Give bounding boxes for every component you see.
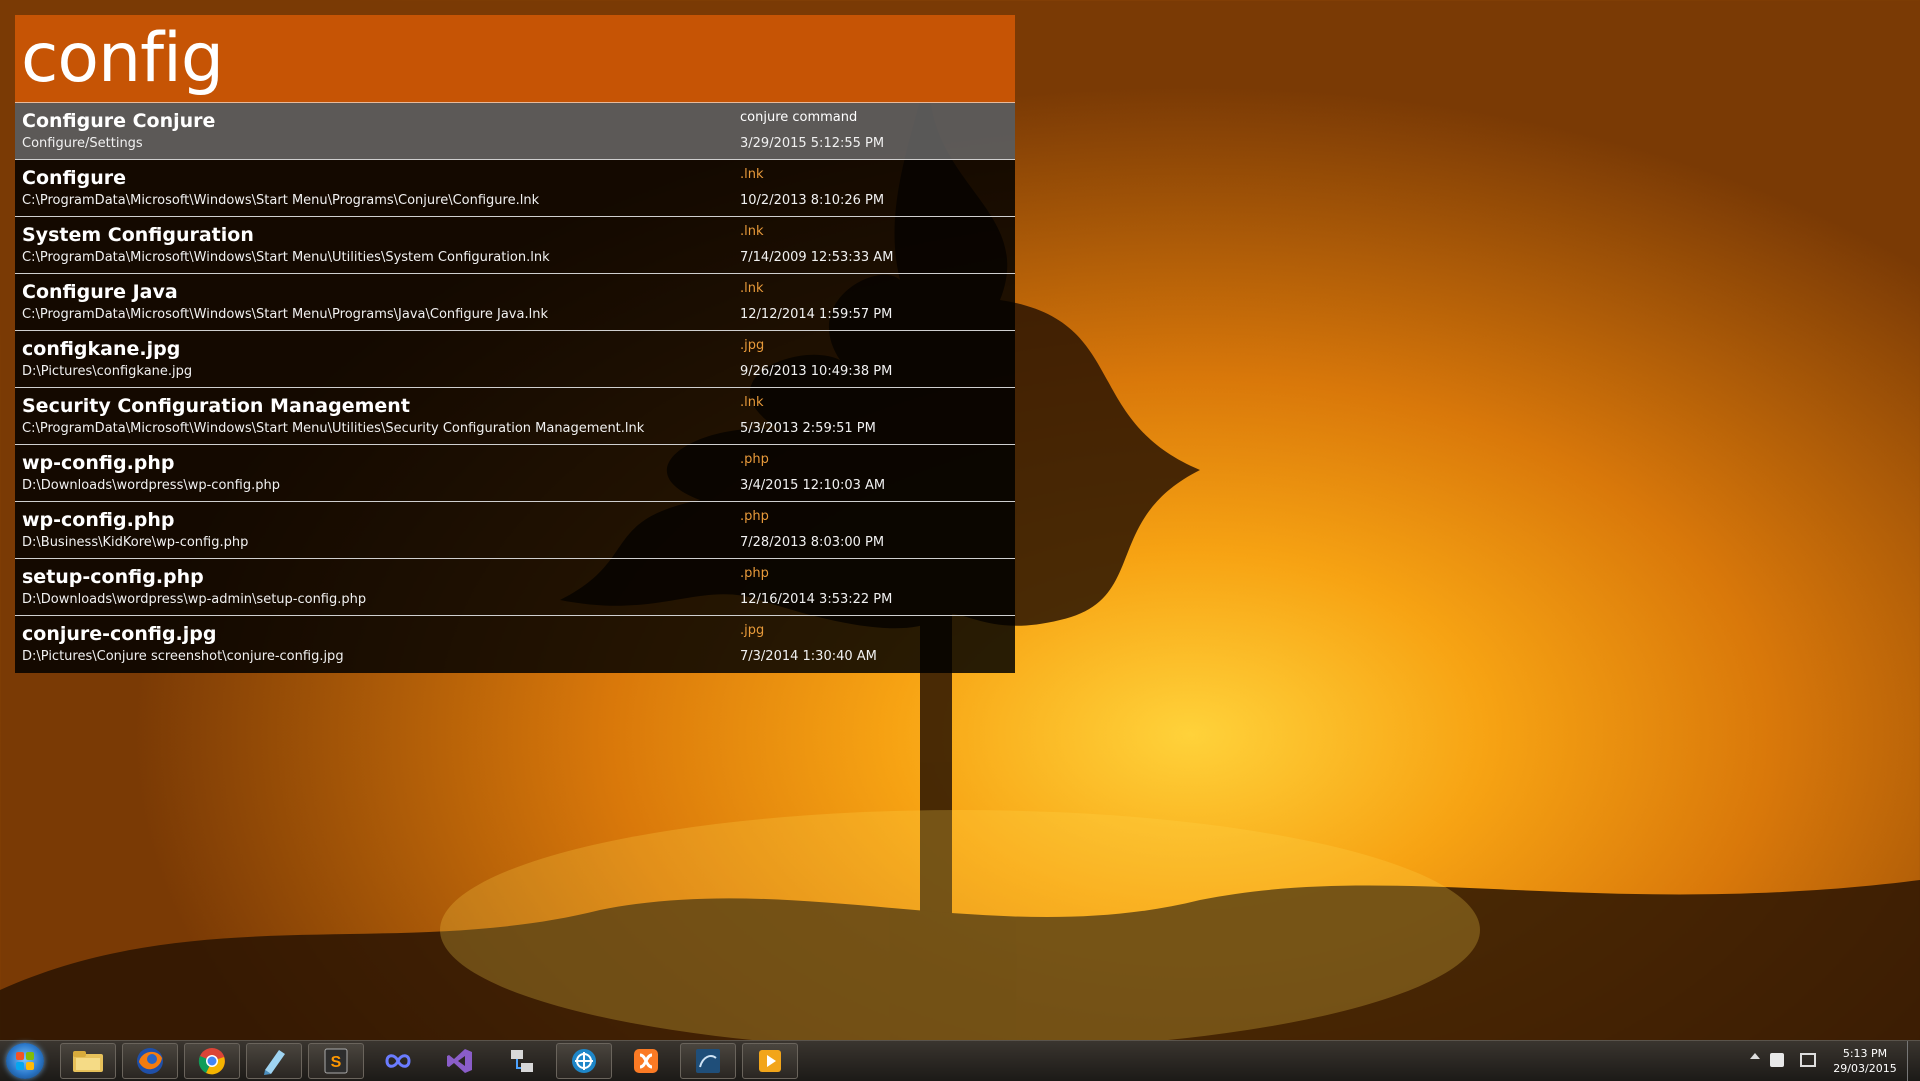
windows-start-icon[interactable] [6, 1043, 44, 1079]
chrome-icon[interactable] [184, 1043, 240, 1079]
result-title: Configure Java [22, 281, 178, 303]
result-row[interactable]: Configure Conjure Configure/Settings conju… [15, 103, 1015, 160]
search-query-text[interactable]: config [21, 19, 224, 98]
result-date: 3/4/2015 12:10:03 AM [740, 478, 886, 493]
result-title: Security Configuration Management [22, 395, 410, 417]
action-center-flag-icon[interactable] [1770, 1053, 1784, 1067]
result-row[interactable]: Configure Java C:\ProgramData\Microsoft\W… [15, 274, 1015, 331]
result-path: C:\ProgramData\Microsoft\Windows\Start M… [22, 193, 540, 208]
network-status-icon[interactable] [1800, 1053, 1816, 1067]
result-date: 5/3/2013 2:59:51 PM [740, 421, 876, 436]
result-row[interactable]: setup-config.php D:\Downloads\wordpress\w… [15, 559, 1015, 616]
network-tool-icon[interactable] [494, 1043, 550, 1079]
app-blue-icon[interactable] [556, 1043, 612, 1079]
result-path: Configure/Settings [22, 136, 143, 151]
result-title: configkane.jpg [22, 338, 181, 360]
result-row[interactable]: System Configuration C:\ProgramData\Micro… [15, 217, 1015, 274]
system-clock[interactable]: 5:13 PM 29/03/2015 [1820, 1046, 1910, 1076]
result-date: 12/16/2014 3:53:22 PM [740, 592, 893, 607]
result-date: 7/3/2014 1:30:40 AM [740, 649, 877, 664]
result-path: C:\ProgramData\Microsoft\Windows\Start M… [22, 421, 645, 436]
file-explorer-icon[interactable] [60, 1043, 116, 1079]
firefox-icon[interactable] [122, 1043, 178, 1079]
result-type: .php [740, 452, 769, 467]
result-row[interactable]: conjure-config.jpg D:\Pictures\Conjure sc… [15, 616, 1015, 673]
sublime-text-icon[interactable]: S [308, 1043, 364, 1079]
result-type: .lnk [740, 395, 764, 410]
result-title: Configure [22, 167, 126, 189]
result-row[interactable]: configkane.jpg D:\Pictures\configkane.jpg… [15, 331, 1015, 388]
result-date: 10/2/2013 8:10:26 PM [740, 193, 885, 208]
show-desktop-button[interactable] [1907, 1041, 1920, 1081]
result-path: D:\Downloads\wordpress\wp-admin\setup-co… [22, 592, 367, 607]
result-type: .lnk [740, 281, 764, 296]
taskbar: S 5:13 PM 29/03/2015 [0, 1040, 1920, 1081]
infinity-app-icon[interactable] [370, 1043, 426, 1079]
notepad-app-icon[interactable] [246, 1043, 302, 1079]
result-row[interactable]: Configure C:\ProgramData\Microsoft\Window… [15, 160, 1015, 217]
result-row[interactable]: wp-config.php D:\Downloads\wordpress\wp-c… [15, 445, 1015, 502]
result-title: wp-config.php [22, 509, 175, 531]
result-title: wp-config.php [22, 452, 175, 474]
result-path: C:\ProgramData\Microsoft\Windows\Start M… [22, 307, 548, 322]
launcher-window: config Configure Conjure Configure/Settin… [15, 15, 1015, 673]
result-type: .lnk [740, 167, 764, 182]
result-path: C:\ProgramData\Microsoft\Windows\Start M… [22, 250, 550, 265]
svg-text:S: S [331, 1054, 342, 1071]
result-date: 7/28/2013 8:03:00 PM [740, 535, 885, 550]
result-title: conjure-config.jpg [22, 623, 217, 645]
result-date: 12/12/2014 1:59:57 PM [740, 307, 893, 322]
result-type: conjure command [740, 110, 858, 125]
mysql-workbench-icon[interactable] [680, 1043, 736, 1079]
result-date: 9/26/2013 10:49:38 PM [740, 364, 893, 379]
result-title: setup-config.php [22, 566, 204, 588]
result-path: D:\Pictures\Conjure screenshot\conjure-c… [22, 649, 344, 664]
result-type: .php [740, 509, 769, 524]
result-row[interactable]: wp-config.php D:\Business\KidKore\wp-conf… [15, 502, 1015, 559]
tray-expand-icon[interactable] [1750, 1053, 1760, 1059]
result-type: .lnk [740, 224, 764, 239]
result-date: 3/29/2015 5:12:55 PM [740, 136, 885, 151]
result-title: Configure Conjure [22, 110, 216, 132]
result-type: .jpg [740, 338, 765, 353]
result-path: D:\Business\KidKore\wp-config.php [22, 535, 249, 550]
result-type: .jpg [740, 623, 765, 638]
results-list: Configure Conjure Configure/Settings conju… [15, 103, 1015, 673]
visual-studio-icon[interactable] [432, 1043, 488, 1079]
result-date: 7/14/2009 12:53:33 AM [740, 250, 894, 265]
media-player-icon[interactable] [742, 1043, 798, 1079]
clock-date: 29/03/2015 [1833, 1062, 1897, 1075]
result-path: D:\Pictures\configkane.jpg [22, 364, 193, 379]
result-type: .php [740, 566, 769, 581]
search-bar[interactable]: config [15, 15, 1015, 103]
result-row[interactable]: Security Configuration Management C:\Prog… [15, 388, 1015, 445]
result-title: System Configuration [22, 224, 254, 246]
clock-time: 5:13 PM [1842, 1047, 1888, 1060]
result-path: D:\Downloads\wordpress\wp-config.php [22, 478, 280, 493]
xampp-icon[interactable] [618, 1043, 674, 1079]
